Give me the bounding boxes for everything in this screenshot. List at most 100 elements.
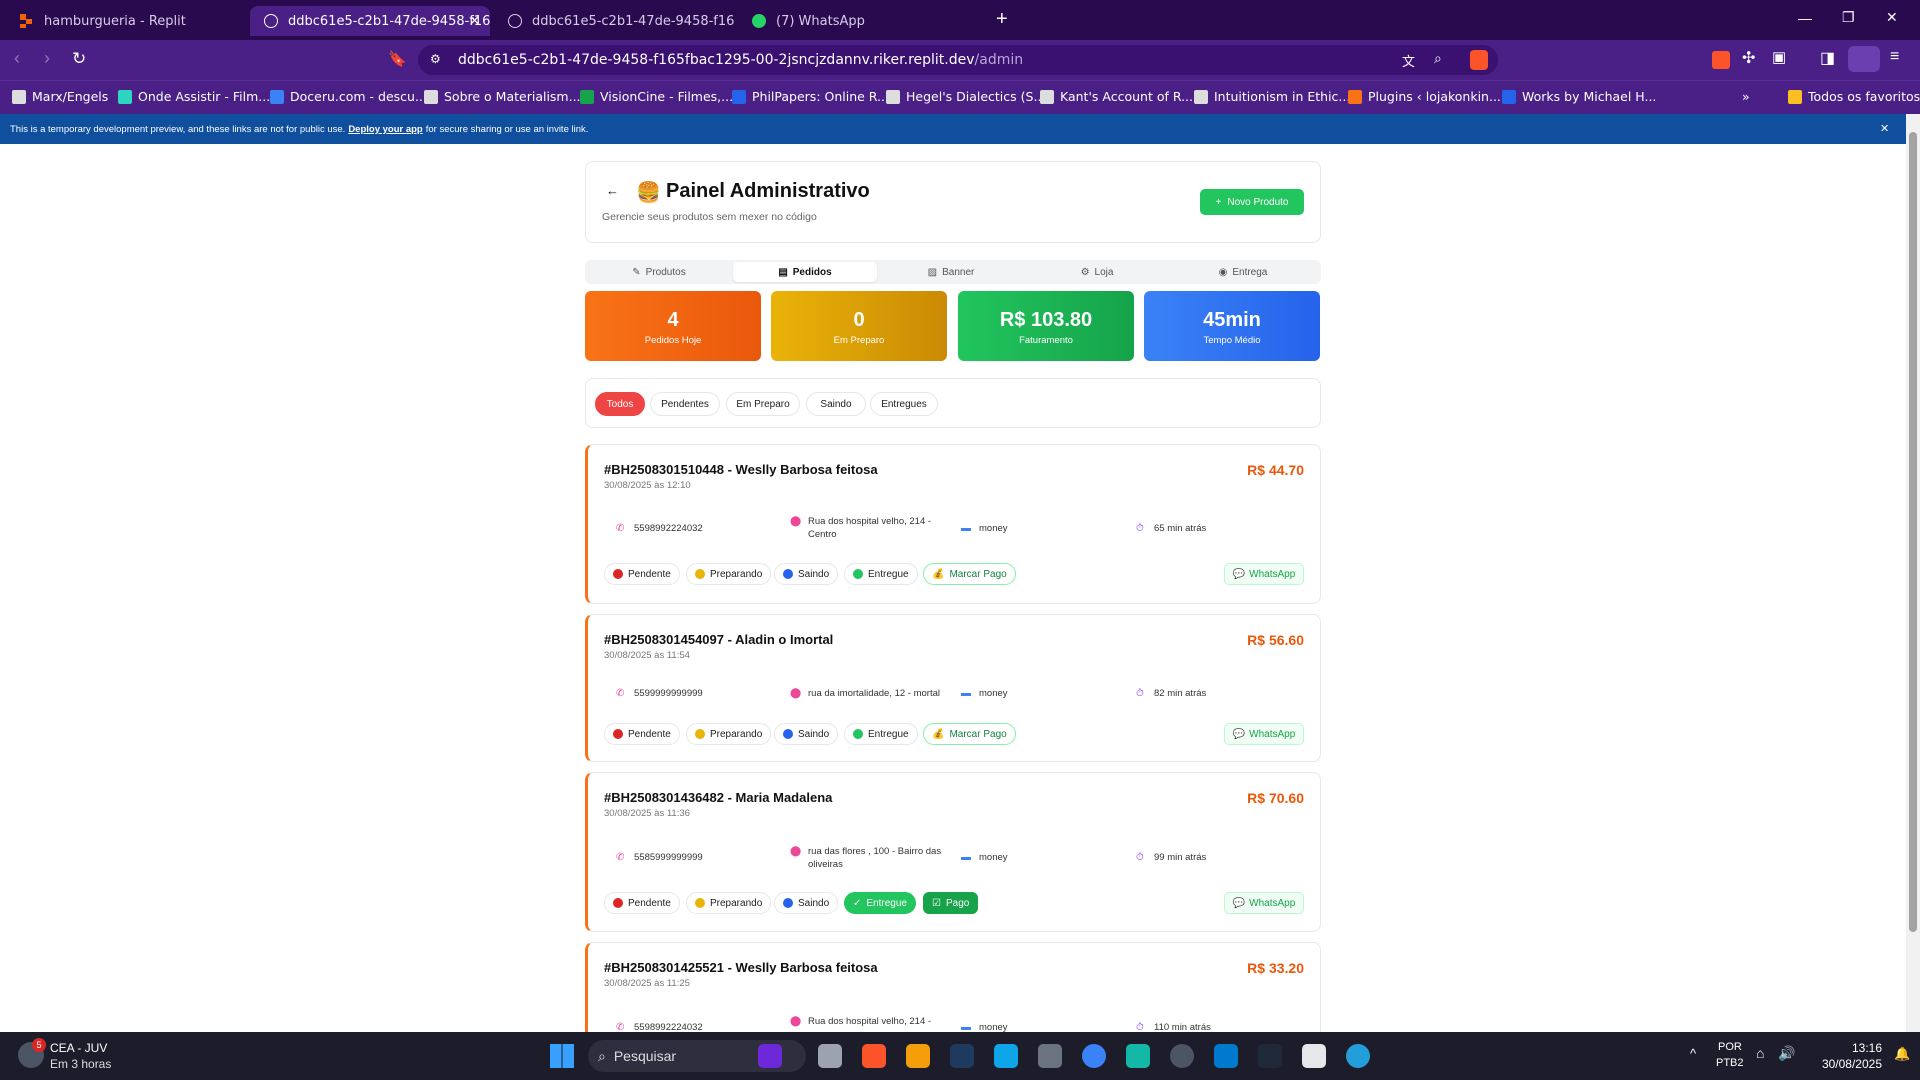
close-notice-icon[interactable]: ✕ [1880, 122, 1889, 135]
bookmark-item[interactable]: Kant's Account of R... [1040, 89, 1193, 104]
status-delivered-button-active[interactable]: ✓ Entregue [844, 892, 916, 914]
vscode-icon[interactable] [1214, 1044, 1238, 1068]
tab-preview[interactable]: ddbc61e5-c2b1-47de-9458-f165fbac [494, 6, 734, 36]
admin-tabs: ✎ Produtos ▤ Pedidos ▨ Banner ⚙ Loja ◉ Entreg… [585, 260, 1321, 284]
app-icon[interactable] [1170, 1044, 1194, 1068]
bookmark-icon[interactable]: 🔖 [388, 50, 407, 68]
show-hidden-icons[interactable]: ^ [1690, 1046, 1696, 1061]
app-icon[interactable] [1038, 1044, 1062, 1068]
tab-produtos[interactable]: ✎ Produtos [587, 262, 731, 282]
file-explorer-icon[interactable] [906, 1044, 930, 1068]
status-preparing-button[interactable]: Preparando [686, 892, 772, 914]
status-leaving-button[interactable]: Saindo [774, 723, 839, 745]
status-leaving-button[interactable]: Saindo [774, 563, 839, 585]
pencil-icon: ✎ [632, 266, 641, 278]
mark-paid-button[interactable]: 💰 Marcar Pago [923, 723, 1016, 745]
bookmark-item[interactable]: Onde Assistir - Film... [118, 89, 270, 104]
status-delivered-button[interactable]: Entregue [844, 723, 918, 745]
reload-icon[interactable]: ↻ [72, 49, 86, 69]
url-field[interactable]: ⚙ ddbc61e5-c2b1-47de-9458-f165fbac1295-0… [418, 45, 1498, 75]
profile-icon[interactable] [1848, 46, 1880, 72]
bookmark-item[interactable]: VisionCine - Filmes,... [580, 89, 733, 104]
filter-todos[interactable]: Todos [595, 392, 645, 416]
forward-nav-icon[interactable]: › [44, 48, 50, 69]
tab-whatsapp[interactable]: (7) WhatsApp [738, 6, 978, 36]
qbittorrent-icon[interactable] [1082, 1044, 1106, 1068]
lang-primary[interactable]: POR [1718, 1041, 1742, 1053]
microsoft-store-icon[interactable] [994, 1044, 1018, 1068]
more-bookmarks-icon[interactable]: » [1742, 89, 1750, 104]
steam-icon[interactable] [950, 1044, 974, 1068]
mark-paid-button[interactable]: 💰 Marcar Pago [923, 563, 1016, 585]
zoom-icon[interactable]: ⌕ [1434, 50, 1442, 67]
tab-admin-active[interactable]: ddbc61e5-c2b1-47de-9458-f165 ✕ [250, 6, 490, 36]
tab-loja[interactable]: ⚙ Loja [1025, 262, 1169, 282]
whatsapp-button[interactable]: 💬 WhatsApp [1224, 563, 1304, 585]
brave-shields-icon[interactable] [1470, 50, 1488, 70]
close-window-icon[interactable]: ✕ [1886, 9, 1898, 26]
filter-em-preparo[interactable]: Em Preparo [726, 392, 800, 416]
whatsapp-button[interactable]: 💬 WhatsApp [1224, 892, 1304, 914]
menu-icon[interactable]: ≡ [1890, 48, 1899, 66]
brave-rewards-icon[interactable] [1712, 51, 1730, 69]
bookmark-item[interactable]: Sobre o Materialism... [424, 89, 581, 104]
scrollbar-thumb[interactable] [1909, 132, 1917, 932]
task-view-icon[interactable] [818, 1044, 842, 1068]
new-tab-icon[interactable]: + [996, 8, 1008, 31]
status-preparing-button[interactable]: Preparando [686, 563, 772, 585]
filter-pendentes[interactable]: Pendentes [650, 392, 720, 416]
paid-button-active[interactable]: ☑ Pago [923, 892, 979, 914]
tab-banner[interactable]: ▨ Banner [879, 262, 1023, 282]
filter-entregues[interactable]: Entregues [870, 392, 938, 416]
status-leaving-button[interactable]: Saindo [774, 892, 839, 914]
app-icon[interactable] [1126, 1044, 1150, 1068]
yellow-dot-icon [695, 898, 705, 908]
status-pending-button[interactable]: Pendente [604, 563, 680, 585]
weather-icon[interactable]: 5 [18, 1038, 46, 1068]
minimize-icon[interactable]: — [1798, 10, 1812, 26]
deploy-link[interactable]: Deploy your app [348, 124, 422, 135]
bookmark-item[interactable]: PhilPapers: Online R... [732, 89, 889, 104]
app-icon[interactable] [1302, 1044, 1326, 1068]
admin-header: ← 🍔 Painel Administrativo Gerencie seus … [585, 161, 1321, 243]
new-product-button[interactable]: + Novo Produto [1200, 189, 1304, 215]
brave-browser-icon[interactable] [862, 1044, 886, 1068]
bookmark-item[interactable]: Doceru.com - descu... [270, 89, 427, 104]
notification-icon[interactable]: 🔔 [1894, 1046, 1910, 1062]
bookmark-item[interactable]: Plugins ‹ lojakonkin... [1348, 89, 1501, 104]
back-button[interactable]: ← [606, 183, 619, 198]
tab-pedidos[interactable]: ▤ Pedidos [733, 262, 877, 282]
site-settings-icon[interactable]: ⚙ [430, 52, 441, 66]
translate-icon[interactable]: 文 [1402, 51, 1415, 70]
extensions-icon[interactable]: ✣ [1742, 48, 1755, 68]
status-delivered-button[interactable]: Entregue [844, 563, 918, 585]
order-price: R$ 33.20 [1247, 960, 1304, 976]
screenshot-icon[interactable]: ▣ [1772, 48, 1786, 66]
restore-icon[interactable]: ❐ [1842, 9, 1855, 26]
volume-icon[interactable]: 🔊 [1778, 1045, 1795, 1062]
app-icon[interactable] [1258, 1044, 1282, 1068]
bookmark-favicon-icon [1348, 89, 1362, 104]
lang-secondary[interactable]: PTB2 [1716, 1057, 1744, 1069]
status-pending-button[interactable]: Pendente [604, 723, 680, 745]
page-scrollbar[interactable] [1906, 114, 1920, 1032]
tab-replit[interactable]: hamburgueria - Replit [6, 6, 246, 36]
network-icon[interactable]: ⌂ [1756, 1045, 1764, 1061]
filter-saindo[interactable]: Saindo [806, 392, 866, 416]
status-preparing-button[interactable]: Preparando [686, 723, 772, 745]
bookmark-item[interactable]: Hegel's Dialectics (S... [886, 89, 1045, 104]
widgets-icon[interactable] [758, 1044, 782, 1068]
bookmark-item[interactable]: Works by Michael H... [1502, 89, 1656, 104]
bookmarks-folder[interactable]: Todos os favoritos [1788, 89, 1920, 104]
bookmark-item[interactable]: Intuitionism in Ethic... [1194, 89, 1350, 104]
bookmark-favicon-icon [12, 89, 26, 104]
whatsapp-button[interactable]: 💬 WhatsApp [1224, 723, 1304, 745]
telegram-icon[interactable] [1346, 1044, 1370, 1068]
windows-start-icon[interactable] [550, 1044, 574, 1068]
tab-entrega[interactable]: ◉ Entrega [1171, 262, 1315, 282]
bookmark-item[interactable]: Marx/Engels [12, 89, 108, 104]
close-tab-icon[interactable]: ✕ [469, 14, 480, 29]
status-pending-button[interactable]: Pendente [604, 892, 680, 914]
back-nav-icon[interactable]: ‹ [14, 48, 20, 69]
sidebar-icon[interactable]: ◨ [1820, 48, 1835, 68]
